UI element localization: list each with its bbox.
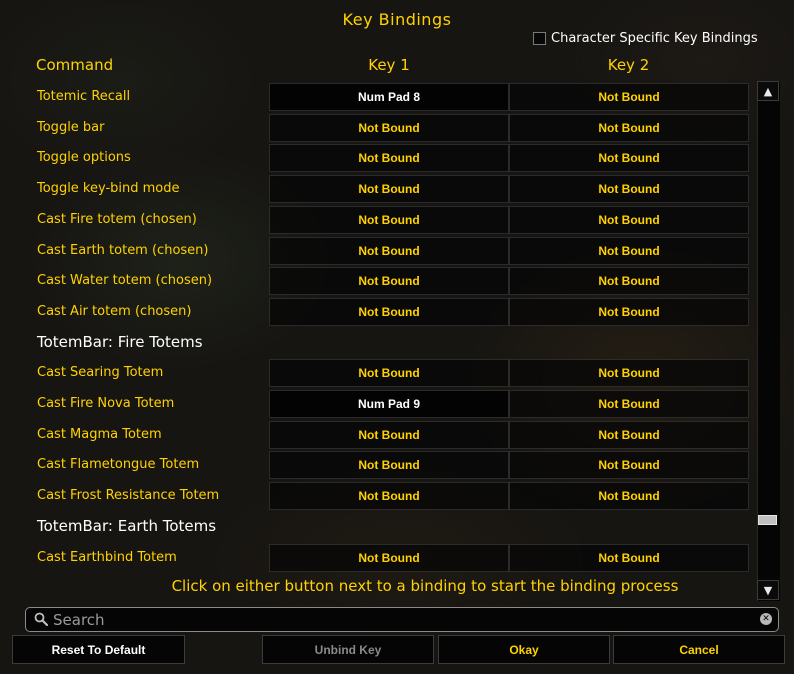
command-label: Toggle bar xyxy=(37,119,105,135)
unbind-key-button[interactable]: Unbind Key xyxy=(262,635,434,664)
key1-button[interactable]: Not Bound xyxy=(269,205,509,234)
arrow-up-icon: ▲ xyxy=(763,84,773,98)
key2-button[interactable]: Not Bound xyxy=(509,543,749,572)
key1-button[interactable]: Not Bound xyxy=(269,144,509,173)
key2-button[interactable]: Not Bound xyxy=(509,482,749,511)
key2-button[interactable]: Not Bound xyxy=(509,175,749,204)
command-label: Cast Fire totem (chosen) xyxy=(37,211,197,227)
key1-button[interactable]: Not Bound xyxy=(269,267,509,296)
reset-to-default-button[interactable]: Reset To Default xyxy=(12,635,185,664)
column-header-command: Command xyxy=(36,56,114,74)
character-specific-label: Character Specific Key Bindings xyxy=(551,31,758,46)
hint-text: Click on either button next to a binding… xyxy=(171,577,679,595)
window-title: Key Bindings xyxy=(342,10,452,29)
command-label: Cast Magma Totem xyxy=(37,426,162,442)
key2-button[interactable]: Not Bound xyxy=(509,83,749,111)
key1-button[interactable]: Not Bound xyxy=(269,420,509,449)
key1-button[interactable]: Num Pad 9 xyxy=(269,390,509,418)
command-label: Totemic Recall xyxy=(37,89,131,104)
key2-button[interactable]: Not Bound xyxy=(509,390,749,418)
search-icon xyxy=(34,612,48,626)
key1-button[interactable]: Not Bound xyxy=(269,113,509,142)
binding-list: Totemic Recall Num Pad 8 Not Bound Toggl… xyxy=(0,82,760,574)
key1-button[interactable]: Not Bound xyxy=(269,236,509,265)
search-input[interactable] xyxy=(53,608,743,631)
binding-row: Cast Earth totem (chosen) Not Bound Not … xyxy=(0,236,760,266)
key2-button[interactable]: Not Bound xyxy=(509,205,749,234)
key1-button[interactable]: Not Bound xyxy=(269,451,509,480)
command-label: Cast Frost Resistance Totem xyxy=(37,488,220,504)
clear-icon[interactable]: ✕ xyxy=(760,613,772,625)
command-label: Cast Fire Nova Totem xyxy=(37,396,175,411)
key2-button[interactable]: Not Bound xyxy=(509,451,749,480)
key1-button[interactable]: Not Bound xyxy=(269,175,509,204)
binding-row: Toggle key-bind mode Not Bound Not Bound xyxy=(0,174,760,204)
key2-button[interactable]: Not Bound xyxy=(509,236,749,265)
key1-button[interactable]: Num Pad 8 xyxy=(269,83,509,111)
search-box: ✕ xyxy=(25,607,779,632)
okay-button[interactable]: Okay xyxy=(438,635,610,664)
binding-row: Cast Water totem (chosen) Not Bound Not … xyxy=(0,266,760,296)
key2-button[interactable]: Not Bound xyxy=(509,359,749,388)
binding-row: Cast Magma Totem Not Bound Not Bound xyxy=(0,420,760,450)
command-label: Toggle key-bind mode xyxy=(37,181,180,197)
cancel-button[interactable]: Cancel xyxy=(613,635,785,664)
binding-row: Cast Frost Resistance Totem Not Bound No… xyxy=(0,481,760,511)
binding-row: Cast Earthbind Totem Not Bound Not Bound xyxy=(0,543,760,573)
key2-button[interactable]: Not Bound xyxy=(509,267,749,296)
binding-row: Toggle options Not Bound Not Bound xyxy=(0,143,760,173)
scroll-up-button[interactable]: ▲ xyxy=(757,81,779,101)
command-label: Cast Flametongue Totem xyxy=(37,457,200,473)
column-header-key1: Key 1 xyxy=(368,56,410,74)
key1-button[interactable]: Not Bound xyxy=(269,297,509,326)
command-label: Cast Earthbind Totem xyxy=(37,549,177,565)
key2-button[interactable]: Not Bound xyxy=(509,113,749,142)
key1-button[interactable]: Not Bound xyxy=(269,359,509,388)
section-header: TotemBar: Fire Totems xyxy=(37,332,203,351)
key2-button[interactable]: Not Bound xyxy=(509,144,749,173)
binding-row: Cast Fire totem (chosen) Not Bound Not B… xyxy=(0,205,760,235)
section-header-row: TotemBar: Fire Totems xyxy=(0,328,760,358)
key2-button[interactable]: Not Bound xyxy=(509,420,749,449)
key1-button[interactable]: Not Bound xyxy=(269,543,509,572)
command-label: Toggle options xyxy=(37,150,131,166)
binding-row: Cast Fire Nova Totem Num Pad 9 Not Bound xyxy=(0,389,760,419)
binding-row: Cast Flametongue Totem Not Bound Not Bou… xyxy=(0,450,760,480)
character-specific-checkbox[interactable] xyxy=(533,32,546,45)
section-header-row: TotemBar: Earth Totems xyxy=(0,512,760,542)
section-header: TotemBar: Earth Totems xyxy=(37,516,217,535)
binding-row: Toggle bar Not Bound Not Bound xyxy=(0,113,760,143)
binding-row: Cast Air totem (chosen) Not Bound Not Bo… xyxy=(0,297,760,327)
command-label: Cast Air totem (chosen) xyxy=(37,303,192,319)
binding-row: Cast Searing Totem Not Bound Not Bound xyxy=(0,358,760,388)
command-label: Cast Searing Totem xyxy=(37,365,164,381)
key2-button[interactable]: Not Bound xyxy=(509,297,749,326)
scrollbar-thumb[interactable] xyxy=(758,515,777,525)
binding-row: Totemic Recall Num Pad 8 Not Bound xyxy=(0,82,760,112)
key1-button[interactable]: Not Bound xyxy=(269,482,509,511)
command-label: Cast Earth totem (chosen) xyxy=(37,242,209,258)
command-label: Cast Water totem (chosen) xyxy=(37,273,213,289)
column-header-key2: Key 2 xyxy=(607,56,650,74)
